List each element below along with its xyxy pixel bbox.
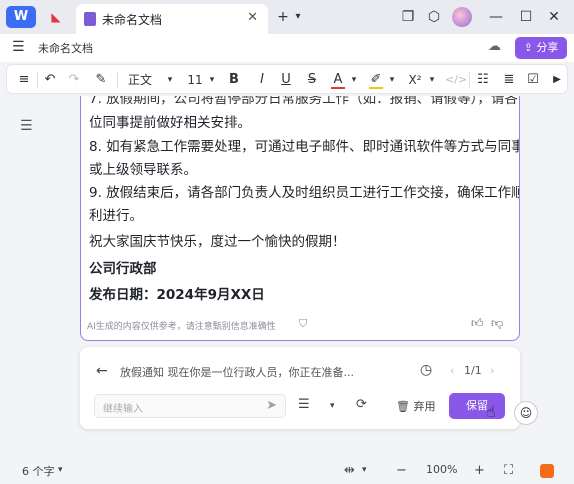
continue-placeholder: 继续输入 xyxy=(103,404,143,415)
zoom-out-icon[interactable]: − xyxy=(396,463,407,478)
discard-label: 弃用 xyxy=(413,400,436,413)
list-item: 7. 放假期间，公司将暂停部分日常服务工作（如：报销、请假等），请各 xyxy=(89,96,518,107)
document-title[interactable]: 未命名文档 xyxy=(38,40,93,56)
menu-icon[interactable]: ≡ xyxy=(17,71,31,89)
title-bar: W ◣ 未命名文档 ✕ + ▾ ❐ ⬡ — ☐ ✕ xyxy=(0,0,574,34)
fullscreen-icon[interactable]: ⛶ xyxy=(504,463,513,478)
close-window-icon[interactable]: ✕ xyxy=(546,7,562,27)
highlight-icon[interactable]: ✐ xyxy=(369,71,383,89)
trash-icon: 🗑︎ xyxy=(396,400,410,413)
back-arrow-icon[interactable]: ← xyxy=(96,363,108,379)
share-label: 分享 xyxy=(536,41,559,54)
chevron-down-icon[interactable]: ▾ xyxy=(330,401,335,411)
hand-cursor-icon: ☝ xyxy=(486,402,496,421)
chevron-down-icon[interactable]: ▾ xyxy=(362,465,367,475)
share-icon: ⇪ xyxy=(523,41,533,54)
font-color-button[interactable]: A xyxy=(331,71,345,89)
keep-button[interactable]: 保留 xyxy=(449,393,505,419)
avatar[interactable] xyxy=(452,7,472,27)
chevron-down-icon[interactable]: ▾ xyxy=(349,71,359,89)
underline-button[interactable]: U xyxy=(279,71,293,89)
keep-label: 保留 xyxy=(466,399,488,412)
document-icon xyxy=(84,12,96,26)
new-tab-icon[interactable]: + xyxy=(276,7,290,27)
continue-input[interactable]: 继续输入 ➤ xyxy=(94,394,286,418)
close-tab-icon[interactable]: ✕ xyxy=(247,10,258,25)
greeting-line: 祝大家国庆节快乐，度过一个愉快的假期！ xyxy=(89,234,346,250)
pdf-tab-icon[interactable]: ◣ xyxy=(44,7,68,27)
ai-writing-panel: ← 放假通知 现在你是一位行政人员，你正在准备... ◷ ‹ 1/1 › 继续输… xyxy=(80,347,520,429)
divider xyxy=(37,72,38,88)
next-page-icon[interactable]: › xyxy=(490,364,494,377)
tab-document[interactable]: 未命名文档 ✕ xyxy=(76,4,268,34)
format-painter-icon[interactable]: ✎ xyxy=(93,71,109,89)
menu-bar: ☰ 未命名文档 ☁ ⇪ 分享 xyxy=(0,34,574,62)
checkbox-icon[interactable]: ☑ xyxy=(525,71,541,89)
chevron-down-icon[interactable]: ▾ xyxy=(58,465,63,475)
tab-label: 未命名文档 xyxy=(102,13,163,27)
history-clock-icon[interactable]: ◷ xyxy=(420,362,432,378)
format-toolbar: ≡ ↶ ↷ ✎ 正文 ▾ 11 ▾ B I U S A ▾ ✐ ▾ X² ▾ <… xyxy=(6,64,568,94)
adjust-settings-icon[interactable]: ☰ xyxy=(298,397,310,412)
redo-icon[interactable]: ↷ xyxy=(67,71,81,89)
list-item: 位同事提前做好相关安排。 xyxy=(89,115,251,131)
italic-button[interactable]: I xyxy=(255,71,269,89)
numbered-list-icon[interactable]: ≣ xyxy=(501,71,517,89)
undo-icon[interactable]: ↶ xyxy=(43,71,57,89)
prev-page-icon[interactable]: ‹ xyxy=(450,364,454,377)
thumbs-up-icon[interactable]: 👍︎ xyxy=(471,316,484,331)
publish-date: 发布日期：2024年9月XX日 xyxy=(89,287,265,303)
list-item: 9. 放假结束后，请各部门负责人及时组织员工进行工作交接，确保工作顺 xyxy=(89,185,520,201)
page-indicator: 1/1 xyxy=(464,364,482,377)
word-count[interactable]: 6 个字 xyxy=(22,463,55,479)
divider xyxy=(469,72,470,88)
present-icon[interactable] xyxy=(540,464,554,478)
prompt-summary: 放假通知 现在你是一位行政人员，你正在准备... xyxy=(120,366,354,379)
chevron-down-icon[interactable]: ▾ xyxy=(207,71,217,89)
signature-department: 公司行政部 xyxy=(89,261,157,277)
list-item: 利进行。 xyxy=(89,208,143,224)
bold-button[interactable]: B xyxy=(227,71,241,89)
regenerate-icon[interactable]: ⟳ xyxy=(356,397,367,412)
ai-generated-content: 7. 放假期间，公司将暂停部分日常服务工作（如：报销、请假等），请各 位同事提前… xyxy=(80,96,520,341)
zoom-level[interactable]: 100% xyxy=(426,463,457,476)
code-icon[interactable]: </> xyxy=(445,71,467,89)
divider xyxy=(117,72,118,88)
maximize-icon[interactable]: ☐ xyxy=(518,7,534,27)
list-item: 或上级领导联系。 xyxy=(89,162,197,178)
chevron-down-icon[interactable]: ▾ xyxy=(387,71,397,89)
chevron-down-icon[interactable]: ▾ xyxy=(165,71,175,89)
more-arrow-icon[interactable]: ▶ xyxy=(551,71,563,89)
ai-disclaimer: AI生成的内容仅供参考，请注意甄别信息准确性 xyxy=(87,322,276,332)
superscript-button[interactable]: X² xyxy=(405,71,425,89)
menu-icon[interactable]: ☰ xyxy=(12,39,25,55)
status-bar: 6 个字 ▾ ⇹ ▾ − 100% + ⛶ xyxy=(0,458,574,484)
share-button[interactable]: ⇪ 分享 xyxy=(515,37,567,59)
page-width-icon[interactable]: ⇹ xyxy=(344,463,355,478)
wps-logo[interactable]: W xyxy=(6,6,36,28)
chevron-down-icon[interactable]: ▾ xyxy=(292,7,304,27)
assistant-mascot-icon[interactable]: ☺ xyxy=(514,401,538,425)
shield-icon[interactable]: ⛉ xyxy=(299,317,307,331)
style-select[interactable]: 正文 xyxy=(127,71,153,89)
chevron-down-icon[interactable]: ▾ xyxy=(427,71,437,89)
outline-icon[interactable]: ☰ xyxy=(20,118,33,134)
list-item: 8. 如有紧急工作需要处理，可通过电子邮件、即时通讯软件等方式与同事 xyxy=(89,139,520,155)
cloud-sync-icon[interactable]: ☁ xyxy=(488,39,501,54)
cube-icon[interactable]: ⬡ xyxy=(426,7,442,27)
zoom-in-icon[interactable]: + xyxy=(474,463,485,478)
strikethrough-button[interactable]: S xyxy=(305,71,319,89)
window-restore-icon[interactable]: ❐ xyxy=(400,7,416,27)
thumbs-down-icon[interactable]: 👎︎ xyxy=(491,316,503,331)
discard-button[interactable]: 🗑︎ 弃用 xyxy=(396,398,435,414)
minimize-icon[interactable]: — xyxy=(488,7,504,27)
font-size-select[interactable]: 11 xyxy=(187,71,203,89)
send-icon[interactable]: ➤ xyxy=(266,398,277,413)
bullet-list-icon[interactable]: ☷ xyxy=(475,71,491,89)
